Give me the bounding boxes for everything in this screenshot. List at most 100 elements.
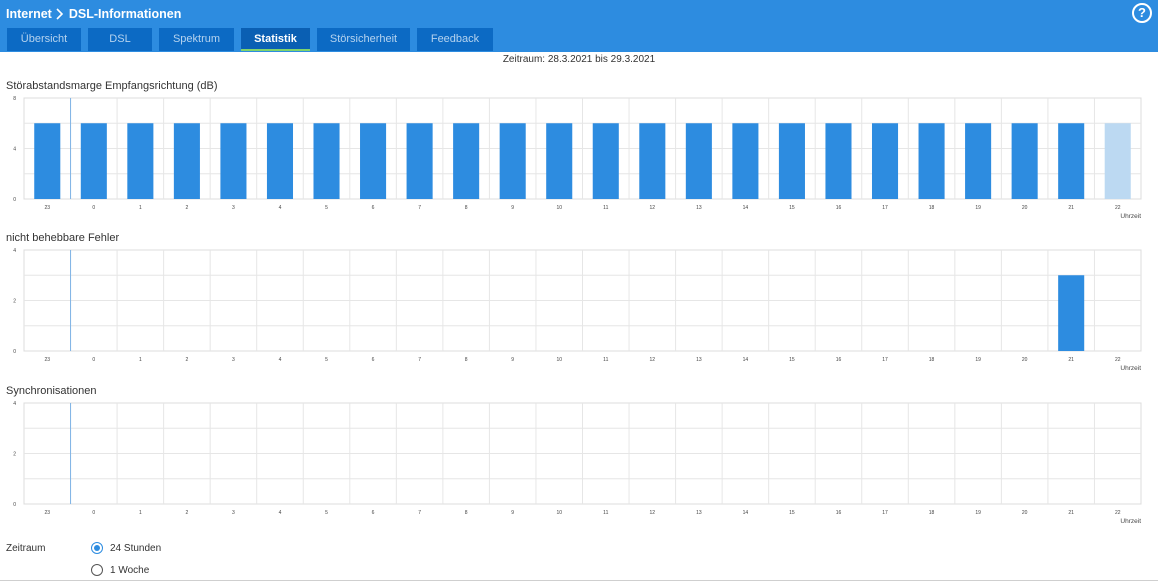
x-tick-label: 7 [418,357,421,363]
x-tick-label: 15 [789,357,795,363]
bar [499,123,526,199]
bar [1058,275,1085,351]
x-tick-label: 19 [975,357,981,363]
tab-stoersicherheit[interactable]: Störsicherheit [317,28,410,51]
bar [360,123,387,199]
x-tick-label: 7 [418,510,421,516]
x-tick-label: 1 [139,205,142,211]
help-icon[interactable]: ? [1132,3,1152,23]
x-tick-label: 22 [1115,510,1121,516]
bar [592,123,619,199]
bar [732,123,759,199]
x-tick-label: 18 [929,205,935,211]
x-tick-label: 20 [1022,205,1028,211]
y-tick-label: 2 [13,452,16,458]
tab-statistik[interactable]: Statistik [241,28,310,51]
x-tick-label: 1 [139,357,142,363]
breadcrumb-parent[interactable]: Internet [6,7,52,21]
x-tick-label: 2 [186,510,189,516]
bar [639,123,666,199]
x-axis-label: Uhrzeit [1120,213,1141,220]
x-tick-label: 15 [789,205,795,211]
bar [173,123,200,199]
x-tick-label: 5 [325,205,328,211]
x-tick-label: 12 [650,357,656,363]
bar [313,123,340,199]
tab-bar: Übersicht DSL Spektrum Statistik Störsic… [7,28,500,51]
x-tick-label: 21 [1068,510,1074,516]
y-tick-label: 0 [13,197,16,203]
x-tick-label: 5 [325,510,328,516]
tab-dsl[interactable]: DSL [88,28,152,51]
x-tick-label: 0 [92,357,95,363]
x-tick-label: 23 [44,205,50,211]
header-bar: Internet DSL-Informationen ? Übersicht D… [0,0,1158,52]
bar [825,123,852,199]
bar [406,123,433,199]
x-tick-label: 3 [232,357,235,363]
x-tick-label: 16 [836,205,842,211]
x-tick-label: 18 [929,357,935,363]
x-tick-label: 4 [279,510,282,516]
radio-button[interactable] [91,564,103,576]
x-tick-label: 8 [465,357,468,363]
bar [220,123,247,199]
x-tick-label: 0 [92,205,95,211]
divider [0,580,1158,581]
breadcrumb: Internet DSL-Informationen [6,6,181,22]
breadcrumb-current: DSL-Informationen [68,7,182,21]
radio-1-woche[interactable]: 1 Woche [91,564,149,576]
chart-synchronizations: 02423 0 1 2 3 4 5 6 7 8 9 10 11 12 13 14 15 16 17 18 19 20 21 2… [13,401,1142,525]
x-tick-label: 22 [1115,357,1121,363]
x-tick-label: 13 [696,510,702,516]
y-tick-label: 0 [13,349,16,355]
x-tick-label: 2 [186,205,189,211]
tab-feedback[interactable]: Feedback [417,28,493,51]
chevron-right-icon [56,8,63,20]
x-tick-label: 12 [650,205,656,211]
y-tick-label: 4 [13,147,16,153]
x-tick-label: 22 [1115,205,1121,211]
tab-uebersicht[interactable]: Übersicht [7,28,81,51]
bar [34,123,61,199]
chart-uncorrectable-errors: 02423 0 1 2 3 4 5 6 7 8 9 10 11 12 13 14 15 16 17 18 19 20 21 2… [13,248,1142,372]
x-tick-label: 19 [975,510,981,516]
x-tick-label: 17 [882,510,888,516]
x-tick-label: 14 [743,510,749,516]
tab-spektrum[interactable]: Spektrum [159,28,234,51]
x-tick-label: 10 [556,510,562,516]
x-tick-label: 12 [650,510,656,516]
chart-title-sync: Synchronisationen [6,385,97,397]
bar [453,123,480,199]
bar [1011,123,1038,199]
y-tick-label: 2 [13,299,16,305]
x-tick-label: 2 [186,357,189,363]
bar [965,123,992,199]
x-tick-label: 18 [929,510,935,516]
x-tick-label: 19 [975,205,981,211]
x-tick-label: 4 [279,205,282,211]
x-tick-label: 23 [44,357,50,363]
x-tick-label: 21 [1068,357,1074,363]
x-tick-label: 9 [511,510,514,516]
radio-button-checked[interactable] [91,542,103,554]
x-tick-label: 17 [882,357,888,363]
bar [685,123,712,199]
x-tick-label: 10 [556,357,562,363]
x-tick-label: 14 [743,205,749,211]
x-tick-label: 5 [325,357,328,363]
x-tick-label: 13 [696,205,702,211]
chart-snr-margin: 04823 0 1 2 3 4 5 6 7 8 9 10 11 12 13 14 15 16 17 18 19 20 21 2… [13,96,1142,220]
y-tick-label: 8 [13,96,16,102]
x-tick-label: 20 [1022,357,1028,363]
x-tick-label: 9 [511,357,514,363]
radio-24-stunden[interactable]: 24 Stunden [91,542,161,554]
radio-label-24-stunden: 24 Stunden [110,542,162,554]
x-tick-label: 10 [556,205,562,211]
x-tick-label: 6 [372,357,375,363]
bar [871,123,899,199]
y-tick-label: 4 [13,401,16,407]
bar [546,123,573,199]
x-tick-label: 3 [232,510,235,516]
zeitraum-label: Zeitraum [6,543,46,554]
